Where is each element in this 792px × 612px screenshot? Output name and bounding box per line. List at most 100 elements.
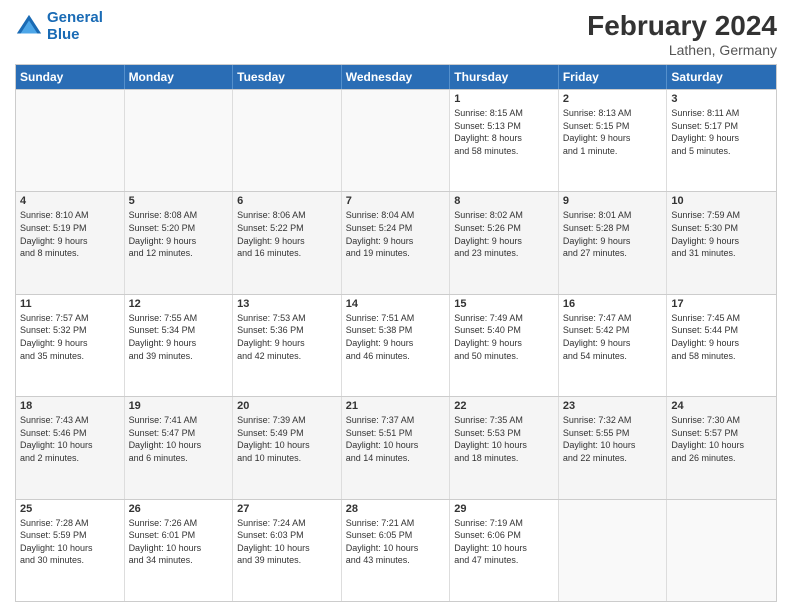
- day-number: 10: [671, 195, 772, 207]
- day-info: Sunrise: 7:24 AM Sunset: 6:03 PM Dayligh…: [237, 517, 337, 567]
- day-info: Sunrise: 7:35 AM Sunset: 5:53 PM Dayligh…: [454, 414, 554, 464]
- calendar-row-5: 25 Sunrise: 7:28 AM Sunset: 5:59 PM Dayli…: [16, 499, 776, 601]
- day-cell-1: 1 Sunrise: 8:15 AM Sunset: 5:13 PM Daylig…: [450, 90, 559, 191]
- location: Lathen, Germany: [587, 42, 777, 58]
- day-cell-8: 8Sunrise: 8:02 AM Sunset: 5:26 PM Daylig…: [450, 192, 559, 293]
- header-day-saturday: Saturday: [667, 65, 776, 89]
- empty-cell: [233, 90, 342, 191]
- day-info: Sunrise: 7:21 AM Sunset: 6:05 PM Dayligh…: [346, 517, 446, 567]
- day-cell-16: 16 Sunrise: 7:47 AM Sunset: 5:42 PM Dayli…: [559, 295, 668, 396]
- day-info: Sunrise: 7:30 AM Sunset: 5:57 PM Dayligh…: [671, 414, 772, 464]
- calendar-body: 1 Sunrise: 8:15 AM Sunset: 5:13 PM Daylig…: [16, 89, 776, 601]
- day-cell-4: 4Sunrise: 8:10 AM Sunset: 5:19 PM Daylig…: [16, 192, 125, 293]
- logo: General Blue: [15, 10, 103, 43]
- day-number: 20: [237, 400, 337, 412]
- empty-cell: [667, 500, 776, 601]
- day-number: 3: [671, 93, 772, 105]
- day-info: Sunrise: 8:13 AM Sunset: 5:15 PM Dayligh…: [563, 107, 663, 157]
- day-number: 7: [346, 195, 446, 207]
- day-cell-14: 14Sunrise: 7:51 AM Sunset: 5:38 PM Dayli…: [342, 295, 451, 396]
- day-cell-6: 6 Sunrise: 8:06 AM Sunset: 5:22 PM Daylig…: [233, 192, 342, 293]
- day-cell-5: 5Sunrise: 8:08 AM Sunset: 5:20 PM Daylig…: [125, 192, 234, 293]
- day-number: 17: [671, 298, 772, 310]
- day-info: Sunrise: 7:43 AM Sunset: 5:46 PM Dayligh…: [20, 414, 120, 464]
- header-day-friday: Friday: [559, 65, 668, 89]
- day-info: Sunrise: 8:04 AM Sunset: 5:24 PM Dayligh…: [346, 209, 446, 259]
- day-number: 29: [454, 503, 554, 515]
- day-info: Sunrise: 8:06 AM Sunset: 5:22 PM Dayligh…: [237, 209, 337, 259]
- day-cell-27: 27 Sunrise: 7:24 AM Sunset: 6:03 PM Dayli…: [233, 500, 342, 601]
- day-number: 11: [20, 298, 120, 310]
- header-day-sunday: Sunday: [16, 65, 125, 89]
- logo-line1: General: [47, 9, 103, 26]
- day-info: Sunrise: 7:26 AM Sunset: 6:01 PM Dayligh…: [129, 517, 229, 567]
- day-cell-20: 20 Sunrise: 7:39 AM Sunset: 5:49 PM Dayli…: [233, 397, 342, 498]
- day-number: 2: [563, 93, 663, 105]
- day-number: 18: [20, 400, 120, 412]
- day-number: 1: [454, 93, 554, 105]
- empty-cell: [342, 90, 451, 191]
- day-info: Sunrise: 7:19 AM Sunset: 6:06 PM Dayligh…: [454, 517, 554, 567]
- day-cell-19: 19 Sunrise: 7:41 AM Sunset: 5:47 PM Dayli…: [125, 397, 234, 498]
- day-info: Sunrise: 7:28 AM Sunset: 5:59 PM Dayligh…: [20, 517, 120, 567]
- header: General Blue February 2024 Lathen, Germa…: [15, 10, 777, 58]
- day-cell-13: 13Sunrise: 7:53 AM Sunset: 5:36 PM Dayli…: [233, 295, 342, 396]
- day-cell-11: 11Sunrise: 7:57 AM Sunset: 5:32 PM Dayli…: [16, 295, 125, 396]
- day-info: Sunrise: 8:15 AM Sunset: 5:13 PM Dayligh…: [454, 107, 554, 157]
- day-number: 9: [563, 195, 663, 207]
- header-day-tuesday: Tuesday: [233, 65, 342, 89]
- day-number: 16: [563, 298, 663, 310]
- header-day-monday: Monday: [125, 65, 234, 89]
- day-number: 26: [129, 503, 229, 515]
- day-cell-29: 29 Sunrise: 7:19 AM Sunset: 6:06 PM Dayli…: [450, 500, 559, 601]
- day-info: Sunrise: 8:08 AM Sunset: 5:20 PM Dayligh…: [129, 209, 229, 259]
- day-number: 21: [346, 400, 446, 412]
- page: General Blue February 2024 Lathen, Germa…: [0, 0, 792, 612]
- logo-text: General Blue: [47, 10, 103, 43]
- logo-icon: [15, 13, 43, 41]
- day-number: 4: [20, 195, 120, 207]
- empty-cell: [559, 500, 668, 601]
- day-cell-22: 22 Sunrise: 7:35 AM Sunset: 5:53 PM Dayli…: [450, 397, 559, 498]
- day-number: 27: [237, 503, 337, 515]
- day-info: Sunrise: 7:32 AM Sunset: 5:55 PM Dayligh…: [563, 414, 663, 464]
- day-cell-26: 26 Sunrise: 7:26 AM Sunset: 6:01 PM Dayli…: [125, 500, 234, 601]
- day-cell-17: 17 Sunrise: 7:45 AM Sunset: 5:44 PM Dayli…: [667, 295, 776, 396]
- day-number: 15: [454, 298, 554, 310]
- day-cell-21: 21 Sunrise: 7:37 AM Sunset: 5:51 PM Dayli…: [342, 397, 451, 498]
- day-cell-23: 23Sunrise: 7:32 AM Sunset: 5:55 PM Dayli…: [559, 397, 668, 498]
- day-info: Sunrise: 7:45 AM Sunset: 5:44 PM Dayligh…: [671, 312, 772, 362]
- day-cell-9: 9 Sunrise: 8:01 AM Sunset: 5:28 PM Daylig…: [559, 192, 668, 293]
- day-cell-18: 18 Sunrise: 7:43 AM Sunset: 5:46 PM Dayli…: [16, 397, 125, 498]
- header-day-wednesday: Wednesday: [342, 65, 451, 89]
- day-number: 12: [129, 298, 229, 310]
- logo-line2: Blue: [47, 26, 80, 43]
- day-number: 8: [454, 195, 554, 207]
- month-title: February 2024: [587, 10, 777, 42]
- day-info: Sunrise: 8:11 AM Sunset: 5:17 PM Dayligh…: [671, 107, 772, 157]
- day-info: Sunrise: 7:49 AM Sunset: 5:40 PM Dayligh…: [454, 312, 554, 362]
- day-cell-24: 24 Sunrise: 7:30 AM Sunset: 5:57 PM Dayli…: [667, 397, 776, 498]
- empty-cell: [125, 90, 234, 191]
- day-number: 14: [346, 298, 446, 310]
- day-info: Sunrise: 7:39 AM Sunset: 5:49 PM Dayligh…: [237, 414, 337, 464]
- day-cell-25: 25 Sunrise: 7:28 AM Sunset: 5:59 PM Dayli…: [16, 500, 125, 601]
- day-cell-7: 7 Sunrise: 8:04 AM Sunset: 5:24 PM Daylig…: [342, 192, 451, 293]
- day-info: Sunrise: 7:37 AM Sunset: 5:51 PM Dayligh…: [346, 414, 446, 464]
- calendar-row-3: 11Sunrise: 7:57 AM Sunset: 5:32 PM Dayli…: [16, 294, 776, 396]
- day-number: 19: [129, 400, 229, 412]
- calendar-row-4: 18 Sunrise: 7:43 AM Sunset: 5:46 PM Dayli…: [16, 396, 776, 498]
- day-info: Sunrise: 7:47 AM Sunset: 5:42 PM Dayligh…: [563, 312, 663, 362]
- day-number: 22: [454, 400, 554, 412]
- calendar-row-1: 1 Sunrise: 8:15 AM Sunset: 5:13 PM Daylig…: [16, 89, 776, 191]
- day-number: 6: [237, 195, 337, 207]
- empty-cell: [16, 90, 125, 191]
- day-number: 24: [671, 400, 772, 412]
- header-day-thursday: Thursday: [450, 65, 559, 89]
- day-info: Sunrise: 7:41 AM Sunset: 5:47 PM Dayligh…: [129, 414, 229, 464]
- day-number: 25: [20, 503, 120, 515]
- day-info: Sunrise: 8:01 AM Sunset: 5:28 PM Dayligh…: [563, 209, 663, 259]
- day-number: 13: [237, 298, 337, 310]
- calendar-header: SundayMondayTuesdayWednesdayThursdayFrid…: [16, 65, 776, 89]
- calendar-row-2: 4Sunrise: 8:10 AM Sunset: 5:19 PM Daylig…: [16, 191, 776, 293]
